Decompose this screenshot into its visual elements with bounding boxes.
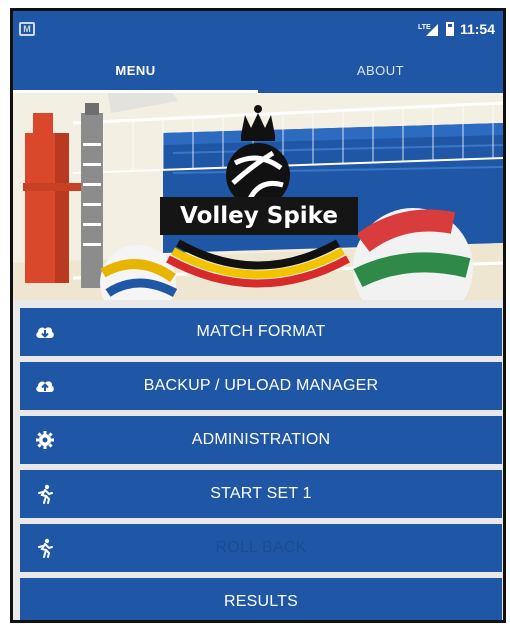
app-notification-icon: M <box>19 22 35 36</box>
signal-icon: LTE <box>418 24 438 36</box>
app-logo-text: Volley Spike <box>160 197 358 235</box>
svg-text:LTE: LTE <box>418 24 431 31</box>
roll-back-label: ROLL BACK <box>215 539 307 556</box>
tab-bar: MENU ABOUT <box>13 47 503 93</box>
results-button[interactable]: RESULTS <box>20 578 502 620</box>
app-frame: M LTE 11:54 MENU ABOUT Volley Spike MATC… <box>10 8 506 623</box>
runner-icon <box>35 484 55 504</box>
results-label: RESULTS <box>223 593 298 610</box>
roll-back-button[interactable]: ROLL BACK <box>20 524 502 572</box>
runner-icon <box>35 538 55 558</box>
start-set-button[interactable]: START SET 1 <box>20 470 502 518</box>
tab-menu[interactable]: MENU <box>13 47 258 93</box>
gear-icon <box>35 430 55 450</box>
start-set-label: START SET 1 <box>210 485 312 502</box>
tab-about[interactable]: ABOUT <box>258 47 503 93</box>
match-format-label: MATCH FORMAT <box>196 323 326 340</box>
cloud-download-icon <box>35 322 55 342</box>
status-bar: M LTE 11:54 <box>13 11 503 47</box>
main-menu: MATCH FORMAT BACKUP / UPLOAD MANAGER ADM… <box>13 300 503 620</box>
status-time: 11:54 <box>459 21 495 37</box>
match-format-button[interactable]: MATCH FORMAT <box>20 308 502 356</box>
backup-upload-manager-label: BACKUP / UPLOAD MANAGER <box>143 377 379 394</box>
backup-upload-manager-button[interactable]: BACKUP / UPLOAD MANAGER <box>20 362 502 410</box>
hero-banner: Volley Spike <box>13 93 503 300</box>
administration-label: ADMINISTRATION <box>191 431 331 448</box>
cloud-upload-icon <box>35 376 55 396</box>
administration-button[interactable]: ADMINISTRATION <box>20 416 502 464</box>
battery-icon <box>445 22 454 36</box>
